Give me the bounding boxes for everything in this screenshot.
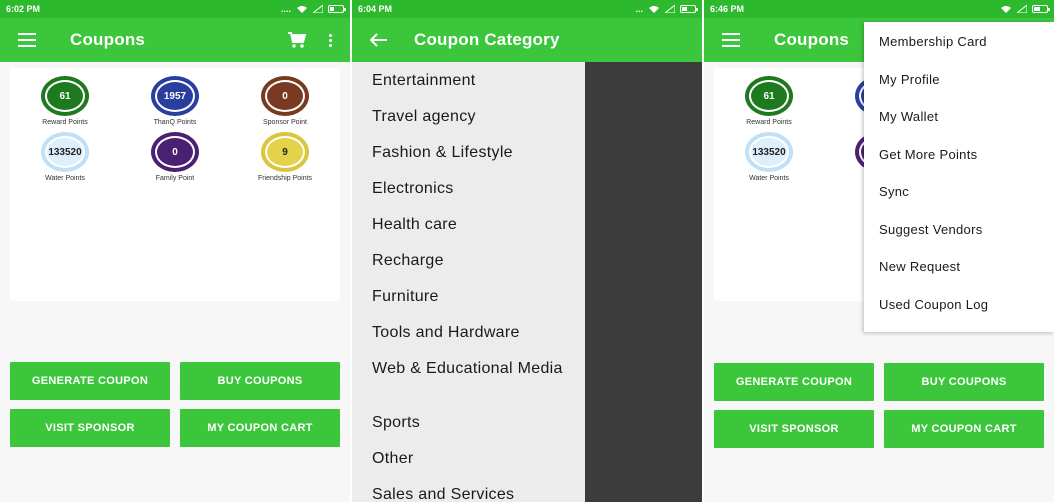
status-dots: ... (635, 4, 643, 14)
category-item[interactable]: Tools and Hardware (372, 324, 572, 342)
points-badge: 0 Sponsor Point (230, 76, 340, 126)
points-badge: 61 Reward Points (714, 76, 824, 126)
visit-sponsor-button[interactable]: VISIT SPONSOR (714, 410, 874, 448)
points-label: ThanQ Points (153, 119, 197, 126)
points-circle: 0 (261, 76, 309, 116)
status-bar: 6:46 PM (704, 0, 1054, 18)
points-badge: 0 Family Point (120, 132, 230, 182)
menu-item[interactable]: My Profile (879, 72, 940, 87)
category-item[interactable]: Furniture (372, 288, 572, 306)
points-circle: 61 (745, 76, 793, 116)
page-title: Coupons (774, 30, 850, 49)
my-coupon-cart-button[interactable]: MY COUPON CART (884, 410, 1044, 448)
wifi-icon (1001, 5, 1011, 13)
signal-icon (313, 5, 323, 13)
points-label: Water Points (45, 175, 85, 182)
menu-item[interactable]: Suggest Vendors (879, 222, 983, 237)
overflow-menu: Membership Card My Profile My Wallet Get Mo… (864, 22, 1054, 332)
menu-item[interactable]: My Wallet (879, 109, 938, 124)
app-bar: Coupons (0, 18, 350, 62)
points-circle: 9 (261, 132, 309, 172)
points-card: 61 Reward Points 1957 ThanQ Points 0 Sponsor … (10, 68, 340, 301)
wifi-icon (649, 5, 659, 13)
status-time: 6:46 PM (710, 4, 745, 14)
cart-icon[interactable] (287, 31, 307, 49)
coupons-menu-screen: 6:46 PM Coupons 61Reward PointsTh133520W… (704, 0, 1054, 502)
coupons-screen: 6:02 PM .... Coupons 61 Reward Points 1957… (0, 0, 350, 502)
visit-sponsor-button[interactable]: VISIT SPONSOR (10, 409, 170, 447)
points-badge: 61 Reward Points (10, 76, 120, 126)
category-item[interactable]: Electronics (372, 180, 572, 198)
points-label: Sponsor Point (263, 119, 307, 126)
points-badge: 1957 ThanQ Points (120, 76, 230, 126)
status-dots: .... (280, 4, 291, 14)
status-bar: 6:02 PM .... (0, 0, 350, 18)
points-badge: 9 Friendship Points (230, 132, 340, 182)
generate-coupon-button[interactable]: GENERATE COUPON (10, 362, 170, 400)
buy-coupons-button[interactable]: BUY COUPONS (180, 362, 340, 400)
category-drawer: Entertainment Travel agency Fashion & Life… (352, 62, 585, 502)
menu-item[interactable]: Used Coupon Log (879, 297, 988, 312)
points-circle: 1957 (151, 76, 199, 116)
menu-item[interactable]: New Request (879, 259, 960, 274)
points-label: Reward Points (746, 119, 792, 126)
menu-item[interactable]: Get More Points (879, 147, 977, 162)
page-title: Coupon Category (414, 30, 560, 49)
points-circle: 61 (41, 76, 89, 116)
my-coupon-cart-button[interactable]: MY COUPON CART (180, 409, 340, 447)
status-time: 6:04 PM (358, 4, 393, 14)
page-title: Coupons (70, 30, 146, 49)
coupon-category-screen: 6:04 PM ... Coupon Category Entertainmen… (352, 0, 702, 502)
category-item[interactable]: Sports (372, 414, 572, 432)
points-value: 0 (265, 80, 305, 112)
back-arrow-icon[interactable] (370, 33, 388, 47)
category-item[interactable]: Other (372, 450, 572, 468)
status-bar: 6:04 PM ... (352, 0, 702, 18)
category-item[interactable]: Web & Educational Media (372, 360, 572, 378)
points-badge: 133520 Water Points (714, 132, 824, 182)
points-grid: 61 Reward Points 1957 ThanQ Points 0 Sponsor … (10, 68, 340, 182)
points-value: 133520 (45, 136, 85, 168)
points-circle: 0 (151, 132, 199, 172)
category-item[interactable]: Sales and Services (372, 486, 572, 502)
points-label: Reward Points (42, 119, 88, 126)
category-item[interactable]: Health care (372, 216, 572, 234)
overflow-menu-icon[interactable] (329, 33, 332, 47)
category-item[interactable]: Entertainment (372, 72, 572, 90)
app-bar: Coupon Category (352, 18, 702, 62)
points-value: 0 (155, 136, 195, 168)
wifi-icon (297, 5, 307, 13)
hamburger-menu-icon[interactable] (722, 33, 740, 47)
menu-item[interactable]: Membership Card (879, 34, 987, 49)
points-circle: 133520 (745, 132, 793, 172)
points-value: 61 (45, 80, 85, 112)
points-circle: 133520 (41, 132, 89, 172)
generate-coupon-button[interactable]: GENERATE COUPON (714, 363, 874, 401)
points-value: 61 (749, 80, 789, 112)
points-badge: 133520 Water Points (10, 132, 120, 182)
buy-coupons-button[interactable]: BUY COUPONS (884, 363, 1044, 401)
signal-icon (665, 5, 675, 13)
category-item[interactable]: Fashion & Lifestyle (372, 144, 572, 162)
hamburger-menu-icon[interactable] (18, 33, 36, 47)
points-label: Family Point (155, 175, 195, 182)
points-value: 133520 (749, 136, 789, 168)
category-item[interactable]: Travel agency (372, 108, 572, 126)
battery-icon (328, 5, 346, 13)
points-label: Friendship Points (257, 175, 313, 182)
points-label: Water Points (749, 175, 789, 182)
status-time: 6:02 PM (6, 4, 41, 14)
signal-icon (1017, 5, 1027, 13)
category-item[interactable]: Recharge (372, 252, 572, 270)
battery-icon (680, 5, 698, 13)
menu-item[interactable]: Sync (879, 184, 909, 199)
points-value: 1957 (155, 80, 195, 112)
battery-icon (1032, 5, 1050, 13)
points-value: 9 (265, 136, 305, 168)
